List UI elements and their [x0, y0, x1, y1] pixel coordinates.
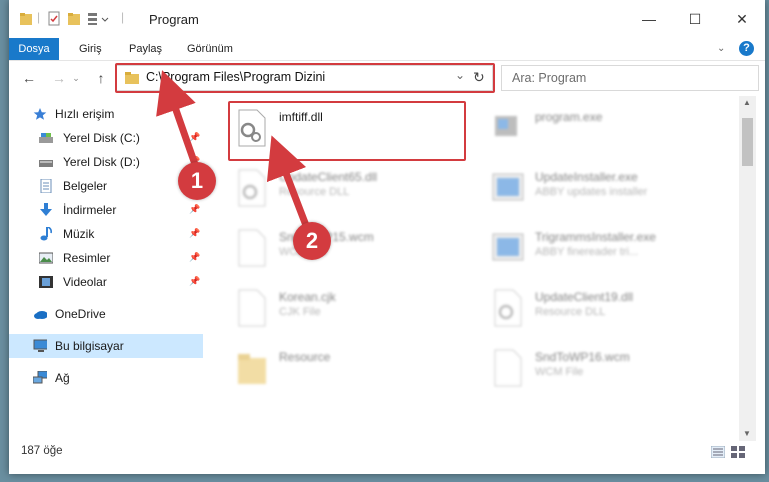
arrow-to-file — [266, 135, 311, 232]
step-badge-1: 1 — [178, 162, 216, 200]
arrow-to-address-bar — [156, 70, 201, 174]
explorer-window: | | Program — ☐ ✕ Dosya Giriş Paylaş Gör… — [9, 0, 765, 474]
step-badge-2: 2 — [293, 222, 331, 260]
annotation-arrows — [156, 70, 311, 232]
